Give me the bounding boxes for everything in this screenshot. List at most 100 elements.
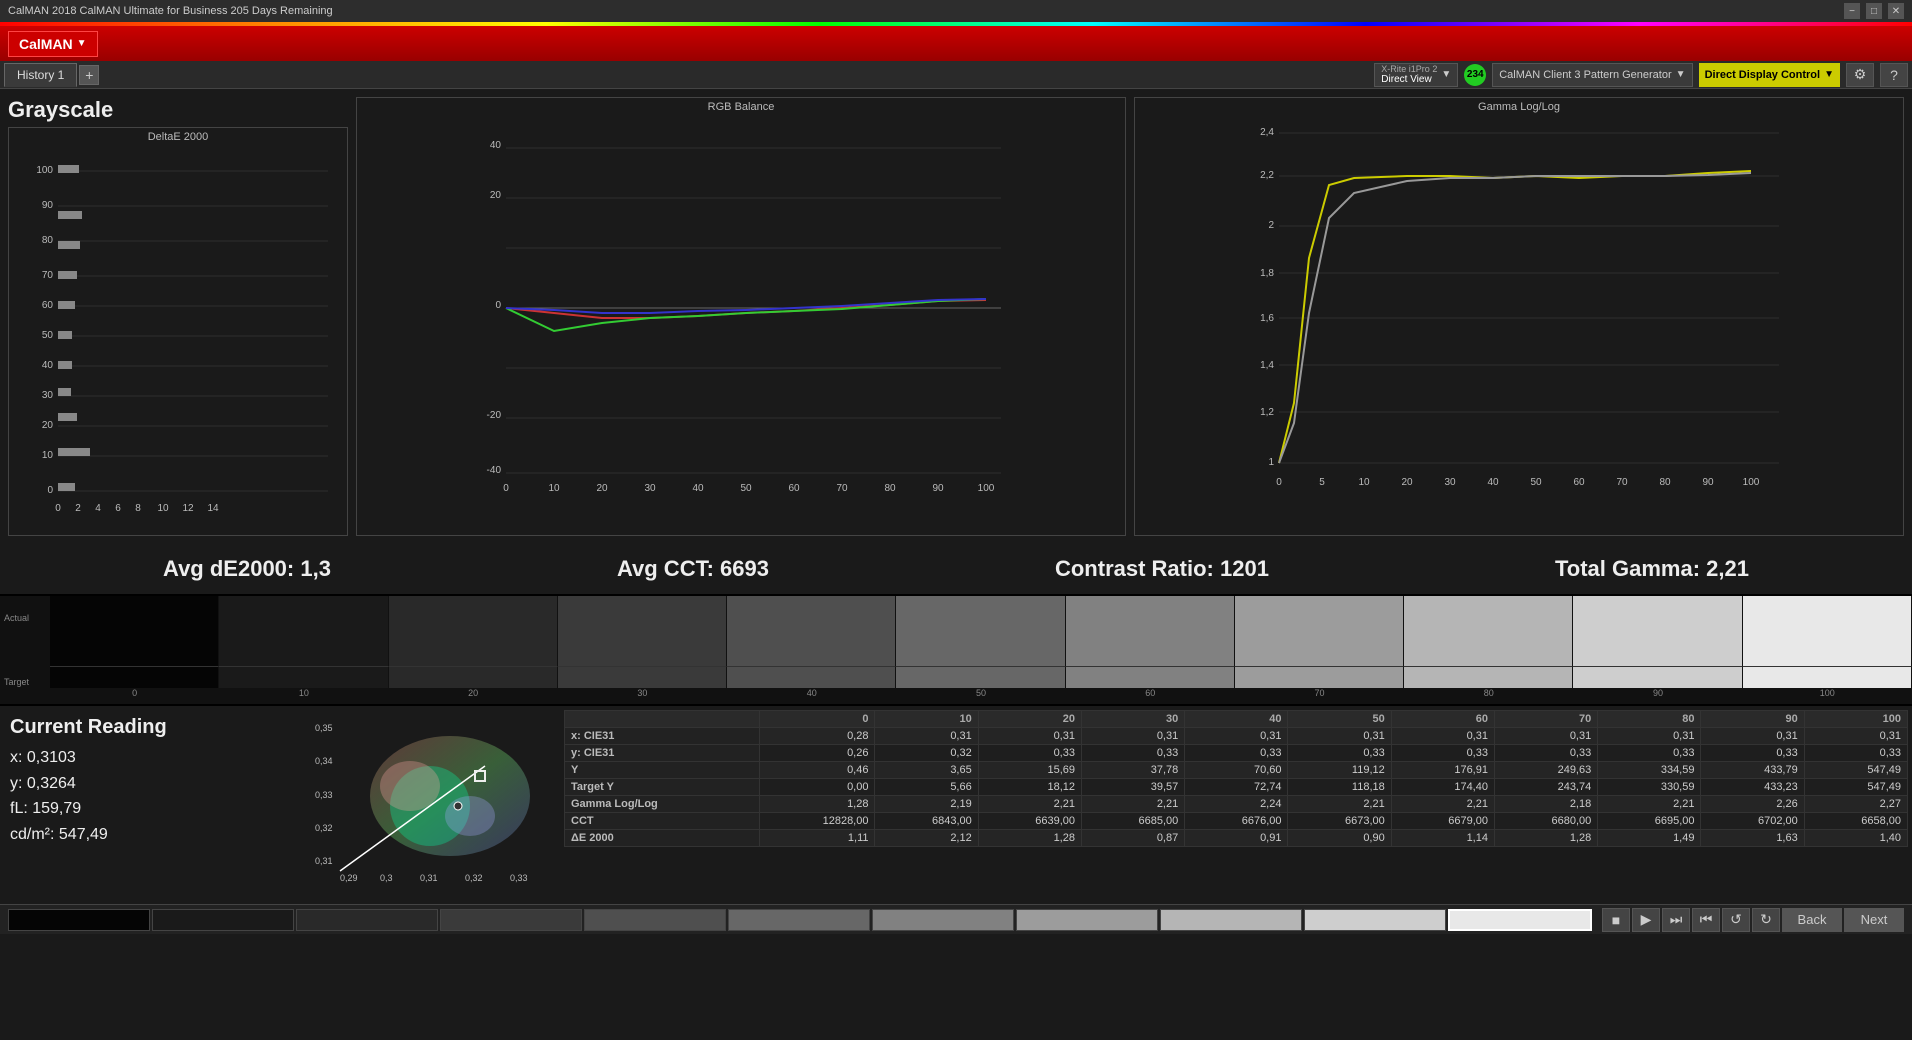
svg-text:0,29: 0,29 bbox=[340, 873, 358, 883]
svg-text:30: 30 bbox=[1444, 477, 1456, 488]
bottom-swatch-5[interactable] bbox=[728, 909, 870, 931]
rewind-button[interactable]: ⏮ bbox=[1692, 908, 1720, 932]
swatch-label-7: 70 bbox=[1235, 688, 1404, 704]
tab-history1[interactable]: History 1 bbox=[4, 63, 77, 87]
actual-swatch-0 bbox=[50, 596, 219, 666]
svg-text:0,32: 0,32 bbox=[465, 873, 483, 883]
device2-selector[interactable]: CalMAN Client 3 Pattern Generator ▼ bbox=[1492, 63, 1692, 87]
settings-button[interactable]: ⚙ bbox=[1846, 63, 1874, 87]
svg-text:60: 60 bbox=[788, 483, 800, 494]
back-button[interactable]: Back bbox=[1782, 908, 1842, 932]
title-bar: CalMAN 2018 CalMAN Ultimate for Business… bbox=[0, 0, 1912, 22]
stop-button[interactable]: ■ bbox=[1602, 908, 1630, 932]
add-tab-button[interactable]: + bbox=[79, 65, 99, 85]
table-row: ΔE 20001,112,121,280,870,910,901,141,281… bbox=[565, 830, 1908, 847]
svg-text:100: 100 bbox=[978, 483, 995, 494]
swatch-label-2: 20 bbox=[389, 688, 558, 704]
target-swatch-1 bbox=[219, 666, 388, 688]
svg-text:70: 70 bbox=[1616, 477, 1628, 488]
table-row: Y0,463,6515,6937,7870,60119,12176,91249,… bbox=[565, 762, 1908, 779]
svg-text:70: 70 bbox=[836, 483, 848, 494]
svg-text:80: 80 bbox=[884, 483, 896, 494]
bottom-swatch-7[interactable] bbox=[1016, 909, 1158, 931]
chroma-svg: 0,35 0,34 0,33 0,32 0,31 0,29 0,3 0,31 0… bbox=[310, 716, 560, 886]
actual-swatch-7 bbox=[1235, 596, 1404, 666]
bottom-swatch-6[interactable] bbox=[872, 909, 1014, 931]
svg-text:50: 50 bbox=[1530, 477, 1542, 488]
gamma-chart-title: Gamma Log/Log bbox=[1135, 98, 1903, 113]
charts-row: Grayscale DeltaE 2000 100 90 80 70 60 50… bbox=[0, 89, 1912, 544]
table-row: x: CIE310,280,310,310,310,310,310,310,31… bbox=[565, 728, 1908, 745]
svg-text:50: 50 bbox=[42, 330, 54, 341]
svg-text:4: 4 bbox=[95, 503, 101, 513]
minimize-button[interactable]: − bbox=[1844, 3, 1860, 19]
svg-text:70: 70 bbox=[42, 270, 54, 281]
grayscale-section: Grayscale DeltaE 2000 100 90 80 70 60 50… bbox=[8, 97, 348, 536]
refresh-button[interactable]: ↻ bbox=[1752, 908, 1780, 932]
svg-text:100: 100 bbox=[36, 165, 53, 176]
swatch-label-1: 10 bbox=[219, 688, 388, 704]
bottom-swatch-1[interactable] bbox=[152, 909, 294, 931]
svg-text:20: 20 bbox=[596, 483, 608, 494]
svg-text:0,3: 0,3 bbox=[380, 873, 393, 883]
skip-button[interactable]: ⏭ bbox=[1662, 908, 1690, 932]
help-button[interactable]: ? bbox=[1880, 63, 1908, 87]
bottom-swatch-10[interactable] bbox=[1448, 909, 1592, 931]
bottom-swatch-4[interactable] bbox=[584, 909, 726, 931]
target-swatch-6 bbox=[1066, 666, 1235, 688]
logo-text: CalMAN bbox=[19, 36, 73, 52]
bottom-swatch-9[interactable] bbox=[1304, 909, 1446, 931]
actual-swatches bbox=[50, 596, 1912, 666]
svg-text:40: 40 bbox=[42, 360, 54, 371]
device3-selector[interactable]: Direct Display Control ▼ bbox=[1699, 63, 1840, 87]
svg-text:1,8: 1,8 bbox=[1260, 268, 1274, 279]
svg-text:20: 20 bbox=[490, 190, 502, 201]
svg-text:8: 8 bbox=[135, 503, 141, 513]
svg-text:60: 60 bbox=[1573, 477, 1585, 488]
svg-text:30: 30 bbox=[644, 483, 656, 494]
chromaticity-diagram: 0,35 0,34 0,33 0,32 0,31 0,29 0,3 0,31 0… bbox=[310, 716, 560, 886]
device1-selector[interactable]: X-Rite i1Pro 2 Direct View ▼ bbox=[1374, 63, 1458, 87]
rgb-balance-svg: 40 20 0 -20 -40 0 10 20 30 40 50 60 70 8… bbox=[357, 113, 1125, 503]
loop-button[interactable]: ↺ bbox=[1722, 908, 1750, 932]
play-button[interactable]: ▶ bbox=[1632, 908, 1660, 932]
tabs-container: History 1 + bbox=[4, 63, 99, 87]
next-button[interactable]: Next bbox=[1844, 908, 1904, 932]
swatch-label-3: 30 bbox=[558, 688, 727, 704]
gamma-svg: 2,4 2,2 2 1,8 1,6 1,4 1,2 1 0 5 10 20 30 bbox=[1135, 113, 1903, 503]
maximize-button[interactable]: □ bbox=[1866, 3, 1882, 19]
target-swatch-9 bbox=[1573, 666, 1742, 688]
svg-text:2: 2 bbox=[1268, 220, 1274, 231]
calman-logo[interactable]: CalMAN ▼ bbox=[8, 31, 98, 57]
reading-y: y: 0,3264 bbox=[10, 771, 290, 797]
deltae-svg: 100 90 80 70 60 50 40 30 20 10 0 bbox=[9, 143, 347, 513]
svg-text:100: 100 bbox=[1743, 477, 1760, 488]
rgb-balance-chart: RGB Balance 40 20 0 -20 -40 0 10 20 30 4… bbox=[356, 97, 1126, 536]
svg-text:10: 10 bbox=[42, 450, 54, 461]
svg-text:0: 0 bbox=[503, 483, 509, 494]
total-gamma-stat: Total Gamma: 2,21 bbox=[1555, 556, 1749, 582]
svg-text:0,33: 0,33 bbox=[315, 790, 333, 800]
svg-text:2,2: 2,2 bbox=[1260, 170, 1274, 181]
target-swatch-0 bbox=[50, 666, 219, 688]
swatch-labels: Actual Target bbox=[0, 596, 50, 704]
svg-text:80: 80 bbox=[42, 235, 54, 246]
reading-fl: fL: 159,79 bbox=[10, 796, 290, 822]
svg-text:1: 1 bbox=[1268, 457, 1274, 468]
bottom-swatch-8[interactable] bbox=[1160, 909, 1302, 931]
bottom-swatch-2[interactable] bbox=[296, 909, 438, 931]
rgb-balance-title: RGB Balance bbox=[357, 98, 1125, 113]
svg-text:90: 90 bbox=[1702, 477, 1714, 488]
actual-swatch-6 bbox=[1066, 596, 1235, 666]
swatch-label-0: 0 bbox=[50, 688, 219, 704]
table-header-row: 0102030405060708090100 bbox=[565, 711, 1908, 728]
actual-swatch-1 bbox=[219, 596, 388, 666]
svg-text:0: 0 bbox=[47, 485, 53, 496]
bottom-swatch-0[interactable] bbox=[8, 909, 150, 931]
close-button[interactable]: ✕ bbox=[1888, 3, 1904, 19]
table-body: x: CIE310,280,310,310,310,310,310,310,31… bbox=[565, 728, 1908, 847]
svg-text:12: 12 bbox=[182, 503, 194, 513]
svg-text:0,32: 0,32 bbox=[315, 823, 333, 833]
svg-text:2,4: 2,4 bbox=[1260, 127, 1274, 138]
bottom-swatch-3[interactable] bbox=[440, 909, 582, 931]
